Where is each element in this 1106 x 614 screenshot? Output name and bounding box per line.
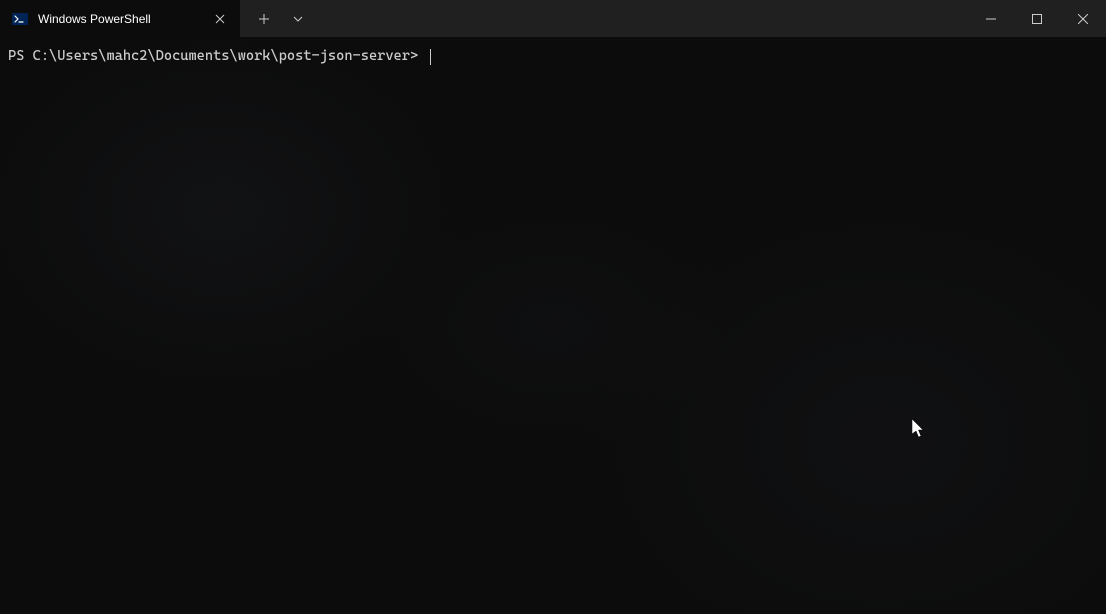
window-controls [968,0,1106,37]
close-button[interactable] [1060,0,1106,37]
terminal-area[interactable]: PS C:\Users\mahc2\Documents\work\post-js… [0,37,1106,614]
terminal-cursor [430,49,431,65]
new-tab-button[interactable] [248,3,280,35]
tab-actions [240,0,314,37]
minimize-button[interactable] [968,0,1014,37]
title-bar: Windows PowerShell [0,0,1106,37]
maximize-button[interactable] [1014,0,1060,37]
prompt-text: PS C:\Users\mahc2\Documents\work\post-js… [8,47,426,67]
prompt-line: PS C:\Users\mahc2\Documents\work\post-js… [8,47,1098,67]
tab-dropdown-button[interactable] [282,3,314,35]
powershell-icon [12,11,28,27]
tab-close-button[interactable] [210,9,230,29]
tab-title: Windows PowerShell [38,12,210,26]
tab-powershell[interactable]: Windows PowerShell [0,0,240,37]
